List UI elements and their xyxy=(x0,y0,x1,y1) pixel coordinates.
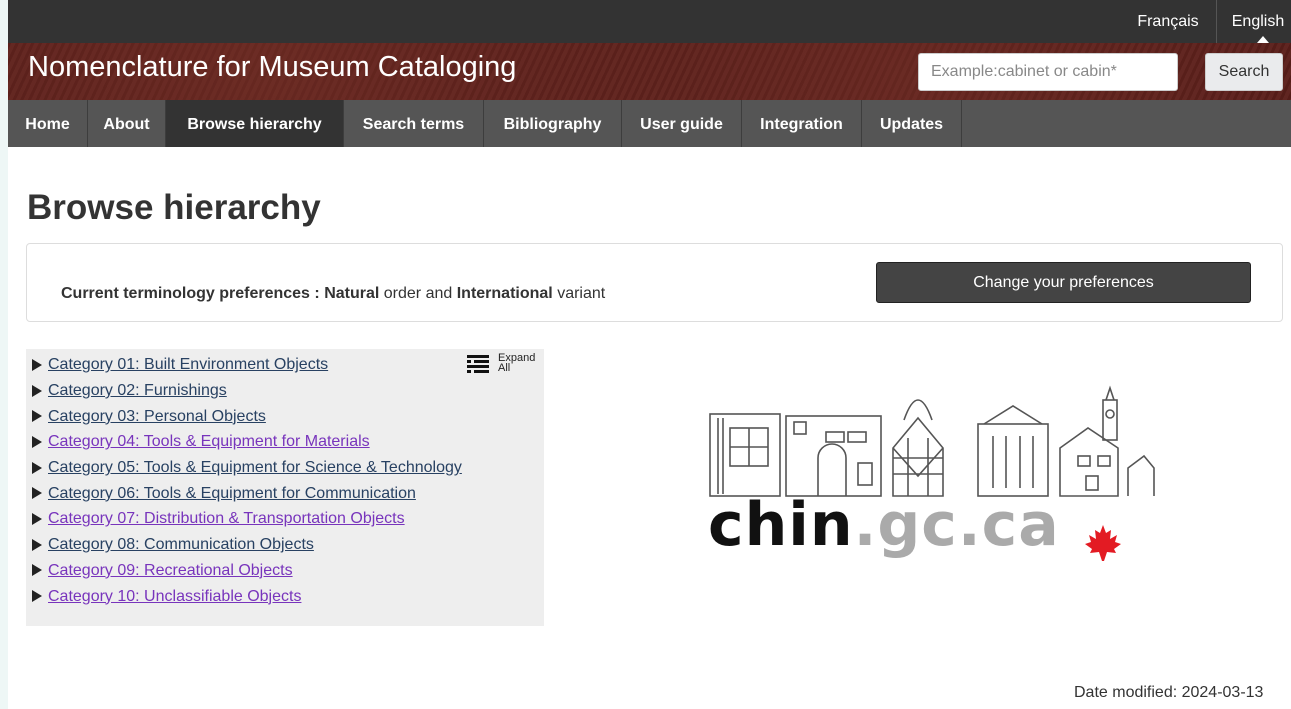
skyline-illustration xyxy=(709,385,1155,497)
menu-item-integration[interactable]: Integration xyxy=(742,100,862,147)
tree-category-item: Category 07: Distribution & Transportati… xyxy=(32,506,462,532)
chin-logo: chin.gc.ca xyxy=(708,378,1158,578)
left-edge-strip xyxy=(0,0,8,709)
maple-leaf-icon xyxy=(1085,525,1121,561)
logo-wordmark: chin.gc.ca xyxy=(708,490,1060,560)
francais-link[interactable]: Français xyxy=(1120,0,1216,43)
category-link[interactable]: Category 06: Tools & Equipment for Commu… xyxy=(48,481,416,506)
tree-category-item: Category 04: Tools & Equipment for Mater… xyxy=(32,429,462,455)
preferences-summary: Current terminology preferences : Natura… xyxy=(61,285,605,303)
category-link[interactable]: Category 08: Communication Objects xyxy=(48,532,314,557)
menu-item-search-terms[interactable]: Search terms xyxy=(344,100,484,147)
expand-all-button[interactable]: Expand All xyxy=(467,351,545,381)
category-link[interactable]: Category 07: Distribution & Transportati… xyxy=(48,506,405,531)
menu-item-browse-hierarchy[interactable]: Browse hierarchy xyxy=(166,100,344,147)
variant-suffix: variant xyxy=(557,285,606,302)
date-modified: Date modified: 2024-03-13 xyxy=(1074,684,1264,701)
expand-all-icon xyxy=(467,355,489,373)
category-link[interactable]: Category 09: Recreational Objects xyxy=(48,558,293,583)
tree-category-item: Category 10: Unclassifiable Objects xyxy=(32,583,462,609)
language-bar: Français English xyxy=(8,0,1291,43)
expand-arrow-icon[interactable] xyxy=(32,512,42,525)
menu-item-bibliography[interactable]: Bibliography xyxy=(484,100,622,147)
category-link[interactable]: Category 10: Unclassifiable Objects xyxy=(48,584,301,609)
category-link[interactable]: Category 04: Tools & Equipment for Mater… xyxy=(48,429,370,454)
menu-item-updates[interactable]: Updates xyxy=(862,100,962,147)
category-list: Category 01: Built Environment Objects Ca… xyxy=(32,352,462,609)
expand-arrow-icon[interactable] xyxy=(32,590,42,603)
logo-text-main: chin xyxy=(708,490,854,560)
active-language-caret-icon xyxy=(1257,36,1269,43)
site-title[interactable]: Nomenclature for Museum Cataloging xyxy=(28,51,516,84)
change-preferences-button[interactable]: Change your preferences xyxy=(876,262,1251,303)
tree-category-item: Category 05: Tools & Equipment for Scien… xyxy=(32,455,462,481)
search-button[interactable]: Search xyxy=(1205,53,1283,91)
expand-arrow-icon[interactable] xyxy=(32,564,42,577)
variant-value: International xyxy=(456,285,553,302)
category-link[interactable]: Category 05: Tools & Equipment for Scien… xyxy=(48,455,462,480)
menu-item-about[interactable]: About xyxy=(88,100,166,147)
expand-arrow-icon[interactable] xyxy=(32,435,42,448)
tree-category-item: Category 09: Recreational Objects xyxy=(32,558,462,584)
category-link[interactable]: Category 03: Personal Objects xyxy=(48,404,266,429)
preferences-panel: Current terminology preferences : Natura… xyxy=(26,243,1283,322)
tree-category-item: Category 06: Tools & Equipment for Commu… xyxy=(32,480,462,506)
expand-arrow-icon[interactable] xyxy=(32,384,42,397)
category-link[interactable]: Category 01: Built Environment Objects xyxy=(48,352,328,377)
tree-category-item: Category 01: Built Environment Objects xyxy=(32,352,462,378)
expand-arrow-icon[interactable] xyxy=(32,358,42,371)
preferences-label: Current terminology preferences : xyxy=(61,285,320,302)
tree-category-item: Category 02: Furnishings xyxy=(32,378,462,404)
logo-text-domain: .gc.ca xyxy=(853,490,1060,560)
english-link[interactable]: English xyxy=(1217,0,1291,43)
expand-arrow-icon[interactable] xyxy=(32,487,42,500)
order-value: Natural xyxy=(324,285,380,302)
menu-item-user-guide[interactable]: User guide xyxy=(622,100,742,147)
main-menu: Home About Browse hierarchy Search terms… xyxy=(8,100,1291,147)
expand-arrow-icon[interactable] xyxy=(32,461,42,474)
expand-arrow-icon[interactable] xyxy=(32,410,42,423)
expand-all-label: Expand All xyxy=(498,353,535,374)
tree-category-item: Category 08: Communication Objects xyxy=(32,532,462,558)
hierarchy-tree: Category 01: Built Environment Objects Ca… xyxy=(26,349,544,626)
site-banner: Nomenclature for Museum Cataloging Searc… xyxy=(8,43,1291,100)
tree-category-item: Category 03: Personal Objects xyxy=(32,403,462,429)
category-link[interactable]: Category 02: Furnishings xyxy=(48,378,227,403)
expand-label-line2: All xyxy=(498,362,511,374)
order-suffix: order and xyxy=(383,285,453,302)
expand-arrow-icon[interactable] xyxy=(32,538,42,551)
menu-item-home[interactable]: Home xyxy=(8,100,88,147)
search-input[interactable] xyxy=(918,53,1178,91)
page-title: Browse hierarchy xyxy=(27,188,321,227)
